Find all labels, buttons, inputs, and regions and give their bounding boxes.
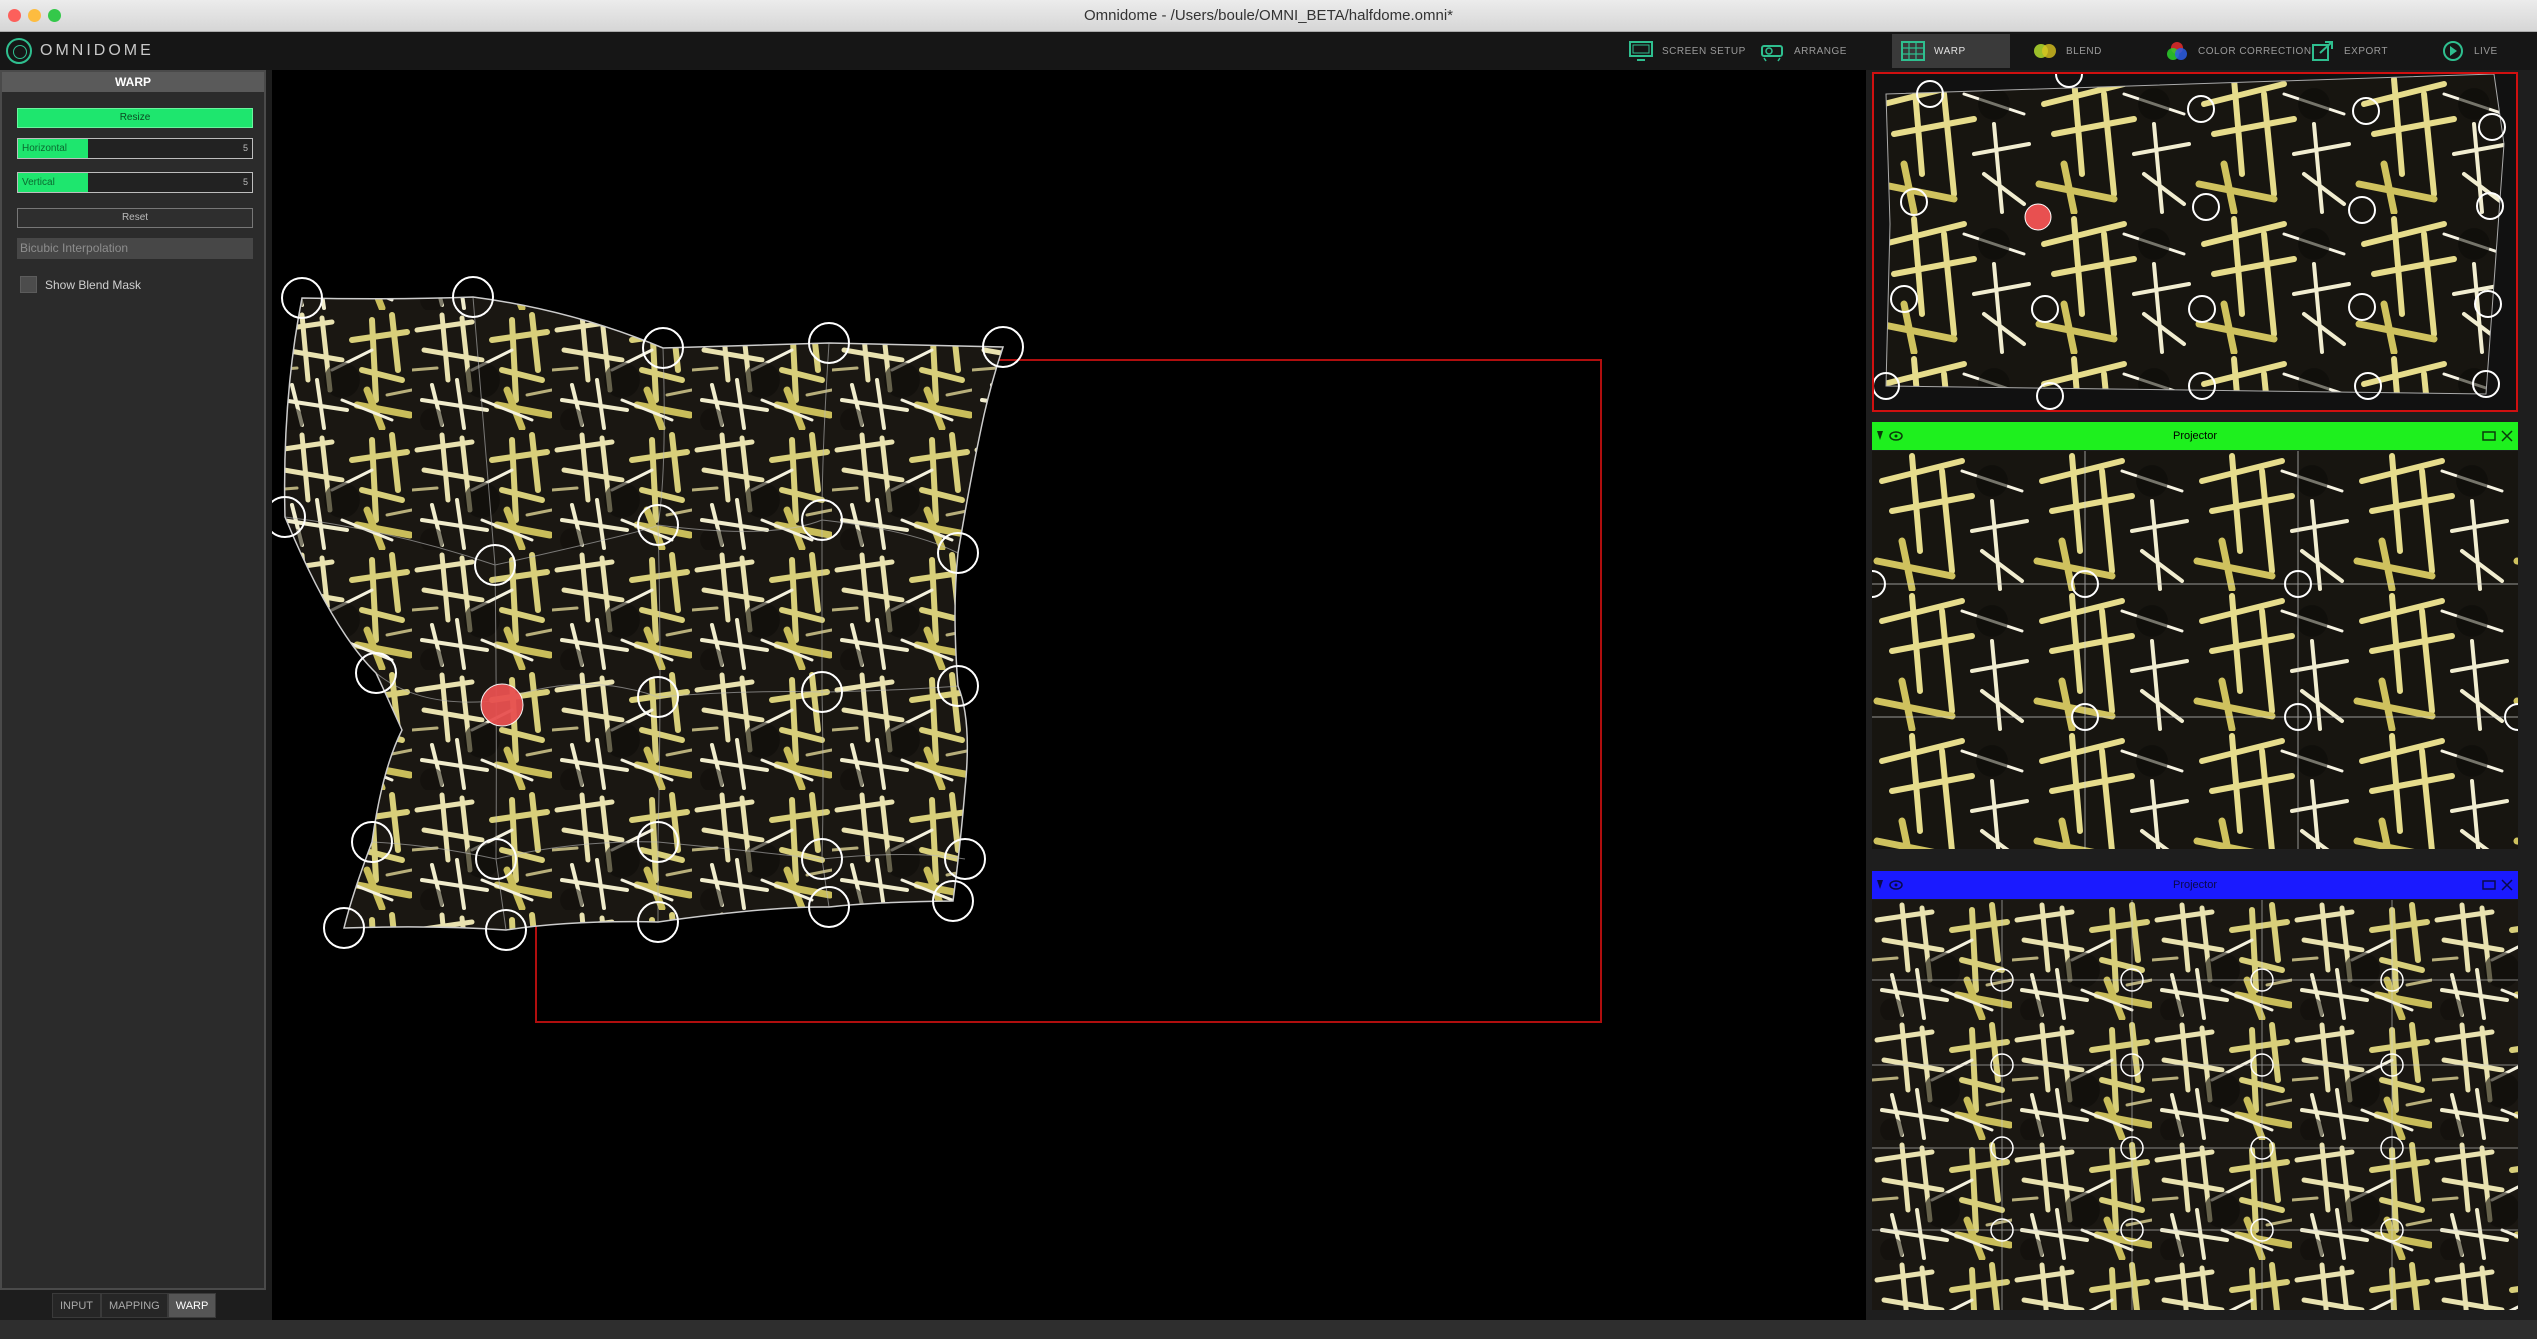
show-blend-mask-checkbox[interactable]: Show Blend Mask [20, 276, 141, 293]
toolbar-label: WARP [1934, 45, 1966, 57]
warp-canvas-svg [264, 276, 1602, 1023]
toolbar-live[interactable]: LIVE [2432, 34, 2506, 68]
app-logo: OMNIDOME [6, 36, 154, 66]
window-title: Omnidome - /Users/boule/OMNI_BETA/halfdo… [1083, 7, 1454, 24]
horizontal-slider[interactable]: Horizontal 5 [17, 138, 253, 159]
main-toolbar: OMNIDOME SCREEN SETUP ARRANGE WARP BLEND… [0, 32, 2537, 70]
projector-label: Projector [2172, 430, 2218, 442]
selected-control-point[interactable] [480, 683, 524, 727]
checkbox-box[interactable] [20, 276, 37, 293]
toolbar-screen-setup[interactable]: SCREEN SETUP [1620, 34, 1754, 68]
reset-button[interactable]: Reset [17, 208, 253, 228]
window-close-icons[interactable] [2482, 430, 2514, 442]
toolbar-arrange[interactable]: ARRANGE [1752, 34, 1855, 68]
bottom-tab-bar: INPUT MAPPING WARP [52, 1293, 217, 1318]
status-bar [0, 1320, 2537, 1339]
projector-icon [1761, 45, 1783, 62]
monitor-icon [1629, 41, 1653, 61]
toolbar-export[interactable]: EXPORT [2302, 34, 2396, 68]
toolbar-label: ARRANGE [1794, 45, 1847, 57]
preview-top-svg [1874, 74, 2516, 410]
toolbar-label: BLEND [2066, 45, 2102, 57]
slider-value: 5 [242, 143, 248, 153]
omnidome-logo-icon [6, 38, 32, 64]
warped-image-surface [283, 296, 1005, 931]
warp-sidebar: WARP Resize Horizontal 5 Vertical 5 Rese… [0, 70, 266, 1290]
collapse-eye-icons[interactable] [1876, 430, 1908, 442]
preview-projector-1-svg [1872, 451, 2518, 849]
tab-mapping[interactable]: MAPPING [101, 1293, 168, 1318]
collapse-eye-icons[interactable] [1876, 879, 1908, 891]
app-logo-text: OMNIDOME [40, 42, 154, 59]
toolbar-blend[interactable]: BLEND [2024, 34, 2110, 68]
title-bar: Omnidome - /Users/boule/OMNI_BETA/halfdo… [0, 0, 2537, 32]
interpolation-select[interactable]: Bicubic Interpolation [17, 238, 253, 259]
export-icon [2312, 41, 2333, 61]
slider-label: Vertical [22, 177, 55, 188]
preview-top[interactable] [1872, 72, 2518, 412]
warp-canvas[interactable] [264, 70, 1866, 1320]
slider-value: 5 [242, 177, 248, 187]
toolbar-label: SCREEN SETUP [1662, 45, 1746, 57]
grid-icon [1901, 41, 1925, 61]
projector-label: Projector [2172, 879, 2218, 891]
projector-preview-panel: Projector Projector [1866, 70, 2537, 1322]
preview-projector-2-svg [1872, 900, 2518, 1310]
resize-button[interactable]: Resize [17, 108, 253, 128]
slider-label: Horizontal [22, 143, 68, 154]
toolbar-label: COLOR CORRECTION [2198, 45, 2312, 57]
projector-header-1[interactable]: Projector [1872, 422, 2518, 450]
toolbar-warp[interactable]: WARP [1892, 34, 2010, 68]
toolbar-color-correction[interactable]: COLOR CORRECTION [2156, 34, 2320, 68]
projector-header-2[interactable]: Projector [1872, 871, 2518, 899]
tab-input[interactable]: INPUT [52, 1293, 101, 1318]
play-icon [2443, 41, 2463, 61]
blend-circles-icon [2034, 44, 2056, 58]
window-close-icons[interactable] [2482, 879, 2514, 891]
rgb-circles-icon [2167, 42, 2187, 60]
vertical-slider[interactable]: Vertical 5 [17, 172, 253, 193]
checkbox-label: Show Blend Mask [45, 277, 142, 292]
toolbar-label: LIVE [2474, 45, 2498, 57]
tab-warp[interactable]: WARP [167, 1293, 217, 1318]
toolbar-label: EXPORT [2344, 45, 2388, 57]
sidebar-title: WARP [2, 72, 264, 92]
preview-projector-2[interactable] [1872, 900, 2518, 1310]
preview-projector-1[interactable] [1872, 451, 2518, 849]
